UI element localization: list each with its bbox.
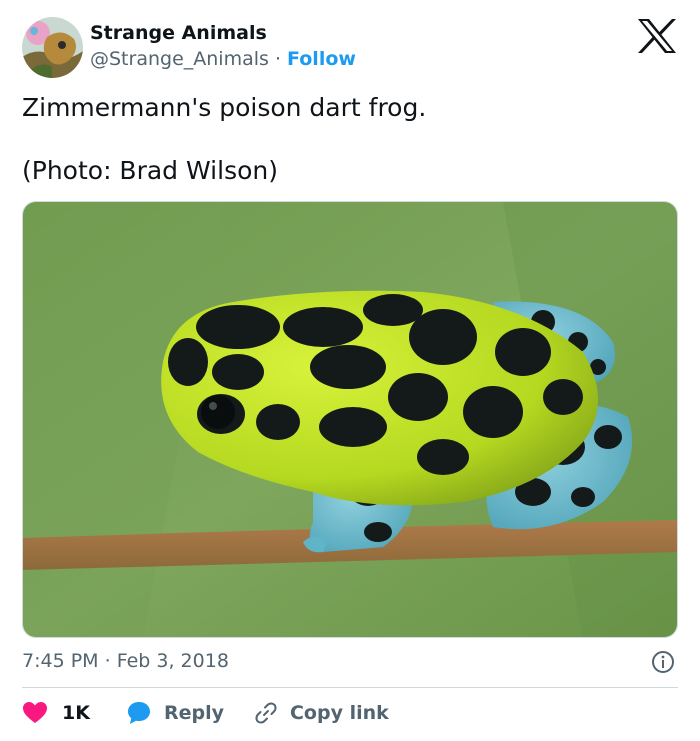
tweet-text-line-2: (Photo: Brad Wilson) (22, 156, 278, 185)
tweet-card: Strange Animals @Strange_Animals · Follo… (0, 0, 700, 741)
tweet-photo[interactable] (22, 201, 678, 638)
action-bar: 1K Reply Copy link (22, 698, 389, 728)
handle-separator: · (274, 48, 281, 70)
handle-row: @Strange_Animals · Follow (90, 48, 356, 70)
avatar-image (22, 17, 83, 78)
display-name[interactable]: Strange Animals (90, 22, 267, 44)
avatar[interactable] (22, 17, 83, 78)
heart-icon (23, 702, 47, 723)
x-logo-icon[interactable] (636, 18, 678, 54)
info-icon[interactable] (651, 650, 675, 674)
tweet-timestamp[interactable]: 7:45 PM · Feb 3, 2018 (22, 650, 229, 672)
tweet-time: 7:45 PM (22, 650, 99, 672)
tweet-date: Feb 3, 2018 (116, 650, 229, 672)
copy-link-label: Copy link (289, 702, 389, 724)
divider (22, 687, 678, 688)
frog-photo (23, 202, 677, 637)
user-handle[interactable]: @Strange_Animals (90, 48, 269, 70)
reply-button[interactable]: Reply (126, 700, 224, 726)
timestamp-separator: · (104, 650, 111, 672)
tweet-text-line-1: Zimmermann's poison dart frog. (22, 93, 427, 122)
like-count: 1K (62, 702, 90, 724)
reply-label: Reply (163, 702, 224, 724)
like-button[interactable]: 1K (22, 701, 90, 725)
speech-bubble-icon (127, 702, 150, 724)
follow-button[interactable]: Follow (287, 48, 356, 70)
link-icon (255, 702, 277, 724)
copy-link-button[interactable]: Copy link (254, 701, 389, 725)
